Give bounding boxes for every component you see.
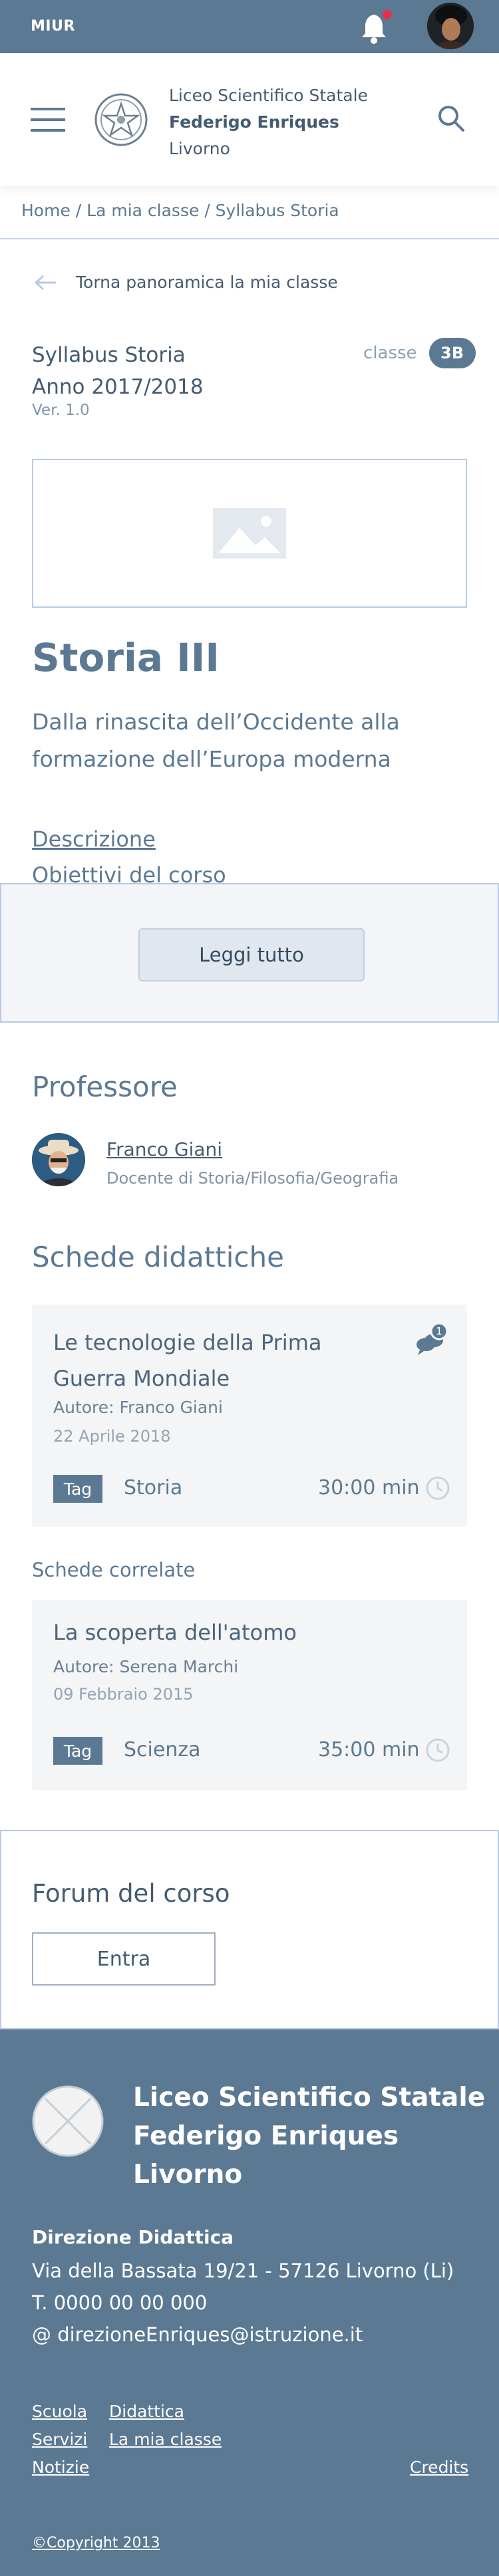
syllabus-year: Anno 2017/2018	[32, 375, 204, 399]
school-name-line1: Liceo Scientifico Statale	[169, 86, 368, 105]
lesson-card-author: Autore: Franco Giani	[53, 1398, 223, 1417]
class-badge: 3B	[428, 338, 476, 368]
course-toc: Descrizione Obiettivi del corso	[32, 821, 226, 893]
clock-icon	[424, 1475, 451, 1504]
school-name-line3: Livorno	[169, 139, 230, 158]
school-name-line2: Federigo Enriques	[169, 112, 339, 132]
arrow-left-icon	[35, 275, 56, 290]
back-link-label: Torna panoramica la mia classe	[76, 273, 338, 292]
school-name[interactable]: Liceo Scientifico Statale Federigo Enriq…	[169, 82, 368, 162]
footer-phone: T. 0000 00 00 000	[32, 2291, 208, 2314]
site-footer: Liceo Scientifico Statale Federigo Enriq…	[0, 2029, 499, 2576]
read-more-panel: Leggi tutto	[0, 883, 499, 1023]
footer-link-didattica[interactable]: Didattica	[109, 2402, 184, 2421]
breadcrumb[interactable]: Home / La mia classe / Syllabus Storia	[21, 201, 339, 220]
related-lesson-card[interactable]: La scoperta dell'atomo Autore: Serena Ma…	[32, 1600, 467, 1790]
breadcrumb-divider	[0, 238, 499, 239]
syllabus-version: Ver. 1.0	[32, 402, 90, 419]
lesson-card-duration: 30:00 min	[318, 1476, 420, 1499]
back-link[interactable]: Torna panoramica la mia classe	[35, 273, 338, 292]
related-card-title[interactable]: La scoperta dell'atomo	[53, 1614, 297, 1650]
professor-name-link[interactable]: Franco Giani	[106, 1138, 222, 1160]
footer-link-la-mia-classe[interactable]: La mia classe	[109, 2430, 222, 2449]
related-cards-label: Schede correlate	[32, 1559, 196, 1581]
search-icon[interactable]	[436, 104, 466, 133]
author-label: Autore:	[53, 1398, 114, 1417]
course-subtitle: Dalla rinascita dell’Occidente alla form…	[32, 709, 400, 772]
hamburger-menu-icon[interactable]	[31, 108, 65, 132]
footer-link-notizie[interactable]: Notizie	[32, 2458, 89, 2477]
lesson-card-subject: Storia	[124, 1476, 183, 1499]
miur-brand[interactable]: MIUR	[31, 18, 75, 35]
footer-link-credits[interactable]: Credits	[410, 2458, 468, 2477]
lesson-card[interactable]: Le tecnologie della Prima Guerra Mondial…	[32, 1305, 467, 1527]
author-label: Autore:	[53, 1657, 114, 1676]
notification-bell-icon[interactable]	[359, 8, 395, 45]
course-forum-section: Forum del corso Entra	[0, 1830, 499, 2029]
professor-section-title: Professore	[32, 1071, 178, 1103]
comments-icon[interactable]: 1	[414, 1322, 451, 1362]
forum-enter-button[interactable]: Entra	[32, 1932, 216, 1986]
footer-copyright[interactable]: ©Copyright 2013	[32, 2535, 160, 2551]
footer-logo-icon	[31, 2084, 105, 2158]
related-card-author: Autore: Serena Marchi	[53, 1657, 238, 1676]
related-card-date: 09 Febbraio 2015	[53, 1685, 194, 1704]
syllabus-title: Syllabus Storia	[32, 343, 186, 367]
forum-title: Forum del corso	[32, 1879, 230, 1908]
professor-role: Docente di Storia/Filosofia/Geografia	[106, 1169, 399, 1188]
image-placeholder-icon	[213, 508, 286, 559]
comment-count: 1	[436, 1325, 442, 1337]
schede-section-title: Schede didattiche	[32, 1241, 284, 1273]
syllabus-header: Syllabus Storia Anno 2017/2018	[32, 339, 204, 403]
clock-icon	[424, 1737, 451, 1766]
related-card-duration: 35:00 min	[318, 1738, 420, 1761]
lesson-card-title[interactable]: Le tecnologie della Prima Guerra Mondial…	[53, 1325, 399, 1396]
footer-link-scuola[interactable]: Scuola	[32, 2402, 87, 2421]
top-bar: MIUR	[0, 0, 499, 53]
footer-link-servizi[interactable]: Servizi	[32, 2430, 87, 2449]
republic-emblem-icon[interactable]	[93, 88, 149, 152]
footer-school-line2: Federigo Enriques	[133, 2121, 399, 2151]
footer-school-line1: Liceo Scientifico Statale	[133, 2083, 486, 2113]
class-label: classe	[363, 343, 417, 363]
author-name: Franco Giani	[119, 1398, 223, 1417]
course-image-placeholder	[32, 459, 467, 608]
professor-avatar[interactable]	[32, 1133, 85, 1186]
read-more-button[interactable]: Leggi tutto	[138, 928, 365, 981]
site-header: Liceo Scientifico Statale Federigo Enriq…	[0, 53, 499, 186]
related-card-subject: Scienza	[124, 1738, 201, 1761]
toc-link-description[interactable]: Descrizione	[32, 821, 226, 857]
footer-email[interactable]: @ direzioneEnriques@istruzione.it	[32, 2323, 363, 2346]
footer-school-line3: Livorno	[133, 2160, 243, 2190]
class-indicator: classe 3B	[363, 338, 476, 368]
course-title: Storia III	[32, 635, 220, 680]
footer-direction-title: Direzione Didattica	[32, 2226, 234, 2248]
footer-school-name: Liceo Scientifico Statale Federigo Enriq…	[133, 2079, 485, 2194]
footer-address: Via della Bassata 19/21 - 57126 Livorno …	[32, 2259, 454, 2282]
lesson-card-date: 22 Aprile 2018	[53, 1427, 171, 1446]
tag-badge: Tag	[53, 1737, 102, 1765]
user-avatar[interactable]	[427, 3, 474, 49]
tag-badge: Tag	[53, 1475, 102, 1503]
author-name: Serena Marchi	[119, 1657, 239, 1676]
